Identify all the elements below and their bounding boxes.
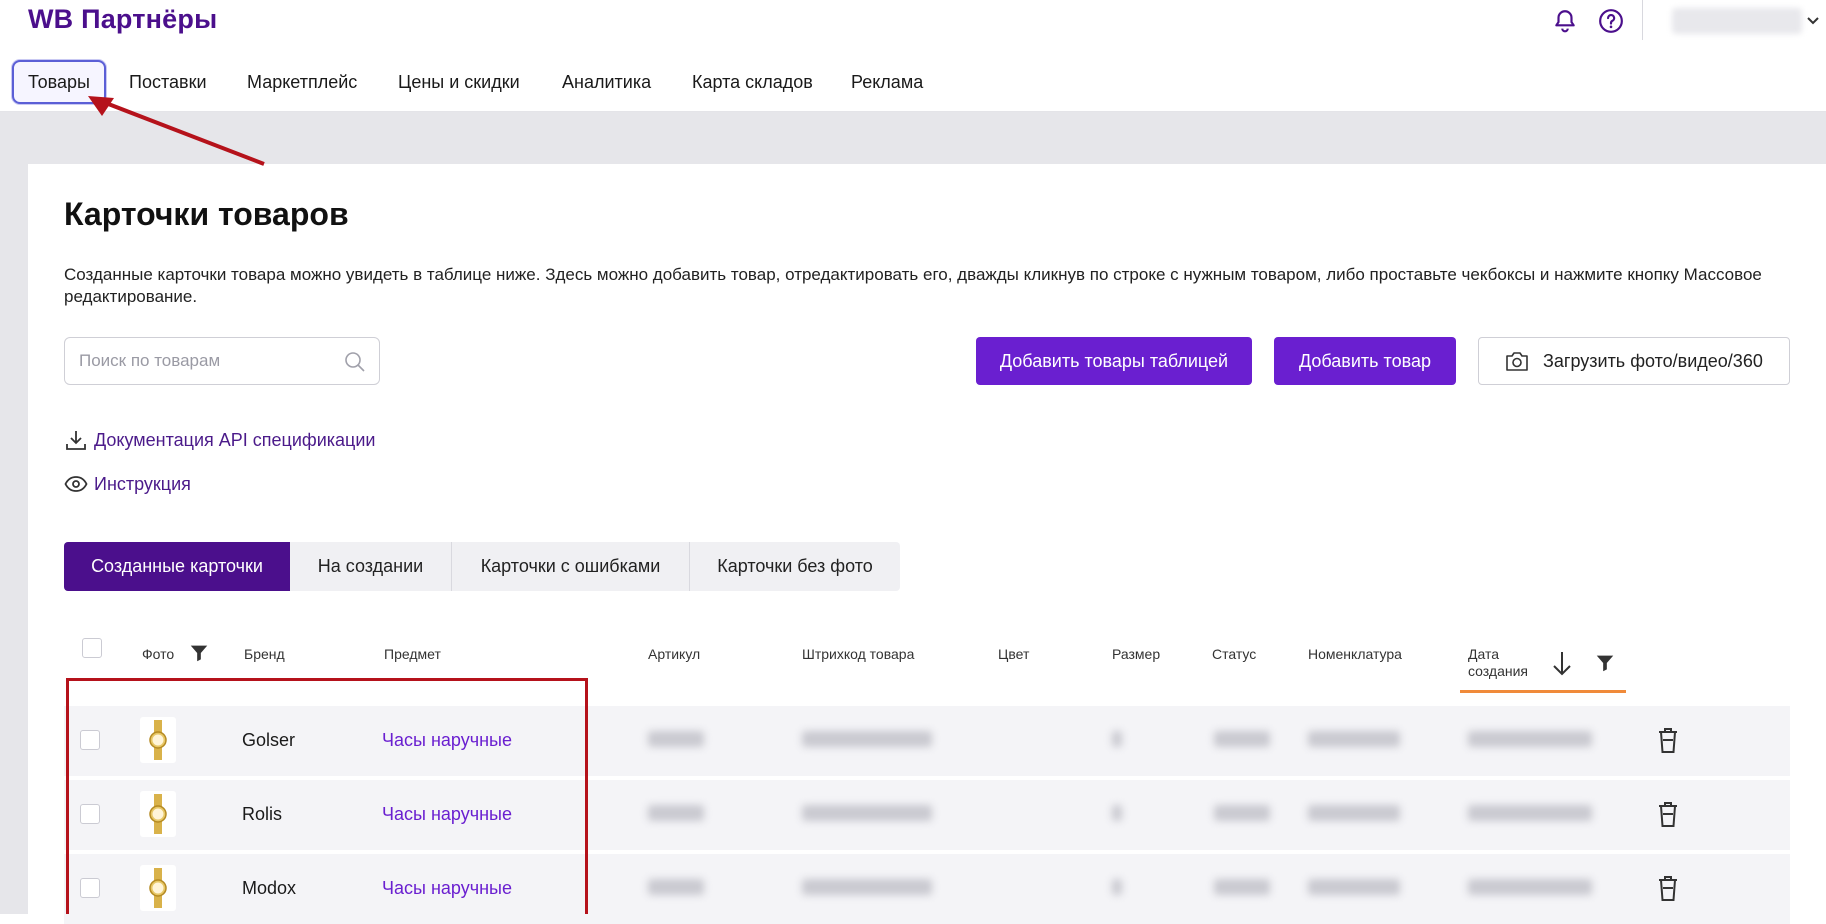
table-row[interactable]: Rolis Часы наручные	[64, 780, 1790, 850]
tab-created-cards[interactable]: Созданные карточки	[64, 542, 290, 591]
row-created-date	[1468, 805, 1592, 821]
search-input[interactable]	[79, 348, 329, 374]
nav-item-analytics[interactable]: Аналитика	[562, 60, 651, 104]
tab-cards-without-photo[interactable]: Карточки без фото	[690, 542, 900, 591]
row-barcode	[802, 805, 932, 821]
api-docs-link[interactable]: Документация API спецификации	[64, 428, 394, 454]
column-subject: Предмет	[384, 646, 441, 662]
search-icon[interactable]	[343, 350, 367, 374]
row-brand: Golser	[242, 730, 296, 750]
row-subject-link[interactable]: Часы наручные	[382, 730, 512, 751]
row-nomenclature	[1308, 879, 1400, 895]
column-brand: Бренд	[244, 646, 285, 662]
download-icon	[66, 431, 86, 450]
select-all-checkbox[interactable]	[82, 638, 102, 658]
column-nomenclature: Номенклатура	[1308, 646, 1402, 662]
table-header: Фото Бренд Предмет Артикул Штрихкод това…	[64, 630, 1790, 696]
trash-icon[interactable]	[1656, 874, 1680, 902]
tab-cards-with-errors[interactable]: Карточки с ошибками	[452, 542, 690, 591]
row-size	[1112, 805, 1122, 821]
row-created-date	[1468, 879, 1592, 895]
add-items-table-button[interactable]: Добавить товары таблицей	[976, 337, 1252, 385]
upload-media-button[interactable]: Загрузить фото/видео/360	[1478, 337, 1790, 385]
row-nomenclature	[1308, 805, 1400, 821]
row-checkbox[interactable]	[80, 878, 100, 898]
trash-icon[interactable]	[1656, 726, 1680, 754]
page-description: Созданные карточки товара можно увидеть …	[64, 265, 1762, 306]
add-item-button[interactable]: Добавить товар	[1274, 337, 1456, 385]
account-name[interactable]	[1672, 8, 1802, 34]
bell-icon[interactable]	[1552, 8, 1578, 34]
row-article	[648, 805, 704, 821]
eye-icon	[64, 476, 88, 492]
instruction-link[interactable]: Инструкция	[64, 472, 214, 498]
nav-item-ads[interactable]: Реклама	[851, 60, 923, 104]
column-created-date[interactable]: Дата создания	[1468, 646, 1538, 680]
product-photo	[140, 791, 176, 837]
row-barcode	[802, 731, 932, 747]
row-barcode	[802, 879, 932, 895]
column-barcode: Штрихкод товара	[802, 646, 915, 662]
row-nomenclature	[1308, 731, 1400, 747]
sort-indicator	[1460, 690, 1626, 693]
row-brand: Rolis	[242, 804, 283, 824]
help-icon[interactable]	[1598, 8, 1624, 34]
table-row[interactable]: Golser Часы наручные	[64, 706, 1790, 776]
filter-icon[interactable]	[188, 642, 210, 664]
instruction-label: Инструкция	[94, 474, 191, 494]
row-status	[1214, 805, 1270, 821]
row-brand: Modox	[242, 878, 297, 898]
top-bar: WB Партнёры Товары Поставки Маркетплейс …	[0, 0, 1826, 112]
watch-icon	[149, 794, 167, 834]
row-size	[1112, 879, 1122, 895]
row-status	[1214, 879, 1270, 895]
watch-icon	[149, 720, 167, 760]
trash-icon[interactable]	[1656, 800, 1680, 828]
search-box[interactable]	[64, 337, 380, 385]
row-size	[1112, 731, 1122, 747]
row-article	[648, 879, 704, 895]
column-photo: Фото	[142, 646, 175, 662]
api-docs-label: Документация API спецификации	[94, 430, 376, 450]
app-logo[interactable]: WB Партнёры	[28, 4, 217, 35]
nav-item-prices[interactable]: Цены и скидки	[398, 60, 520, 104]
chevron-down-icon[interactable]	[1806, 14, 1820, 28]
nav-item-warehouse-map[interactable]: Карта складов	[692, 60, 813, 104]
page-title: Карточки товаров	[64, 196, 349, 232]
row-checkbox[interactable]	[80, 730, 100, 750]
annotation-arrow	[88, 96, 265, 166]
row-checkbox[interactable]	[80, 804, 100, 824]
upload-media-label: Загрузить фото/видео/360	[1543, 351, 1763, 371]
row-article	[648, 731, 704, 747]
column-status: Статус	[1212, 646, 1257, 662]
watch-icon	[149, 868, 167, 908]
product-photo	[140, 865, 176, 911]
filter-icon[interactable]	[1594, 652, 1616, 674]
cards-tabs: Созданные карточки На создании Карточки …	[64, 542, 900, 591]
header-divider	[1642, 0, 1643, 40]
column-article: Артикул	[648, 646, 701, 662]
row-subject-link[interactable]: Часы наручные	[382, 804, 512, 825]
row-created-date	[1468, 731, 1592, 747]
row-subject-link[interactable]: Часы наручные	[382, 878, 512, 899]
tab-in-creation[interactable]: На создании	[290, 542, 452, 591]
column-color: Цвет	[998, 646, 1030, 662]
column-size: Размер	[1112, 646, 1161, 662]
camera-icon	[1506, 352, 1528, 371]
product-photo	[140, 717, 176, 763]
sort-down-icon[interactable]	[1550, 650, 1574, 676]
row-status	[1214, 731, 1270, 747]
